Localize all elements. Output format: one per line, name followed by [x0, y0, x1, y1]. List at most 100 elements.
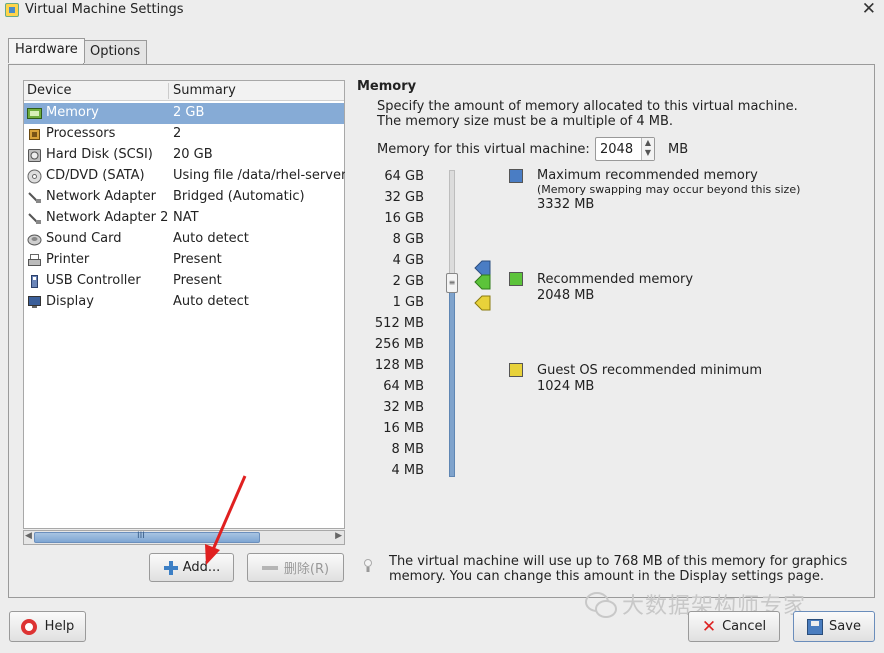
scale-label: 512 MB [374, 316, 424, 331]
usb-icon [31, 275, 38, 288]
cancel-button[interactable]: ✕ Cancel [688, 611, 780, 642]
minus-icon [261, 565, 278, 570]
app-icon [5, 3, 19, 17]
save-button-label: Save [829, 619, 861, 634]
annotation-arrow-icon [205, 475, 247, 565]
device-summary: Using file /data/rhel-server- [173, 168, 345, 183]
device-row-display[interactable]: Display Auto detect [24, 292, 344, 313]
tab-options[interactable]: Options [83, 40, 148, 64]
floppy-disk-icon [807, 618, 824, 635]
cancel-button-label: Cancel [722, 619, 767, 634]
tab-hardware[interactable]: Hardware [8, 38, 85, 63]
device-summary: 2 [173, 126, 182, 141]
memory-field-label: Memory for this virtual machine: [377, 142, 590, 157]
scale-label: 16 GB [384, 211, 424, 226]
memory-icon [27, 108, 42, 119]
wechat-logo-icon [585, 592, 617, 618]
slider-markers [474, 260, 491, 311]
remove-button-label: 删除(R) [283, 562, 330, 577]
device-name: Printer [46, 252, 90, 267]
device-summary: NAT [173, 210, 199, 225]
scroll-right-icon[interactable]: ▶ [335, 531, 342, 541]
device-summary: Auto detect [173, 231, 249, 246]
save-button[interactable]: Save [793, 611, 875, 642]
device-list-hscrollbar[interactable]: ◀ III ▶ [23, 530, 345, 545]
scale-label: 8 GB [392, 232, 424, 247]
scrollbar-grip: III [137, 531, 145, 541]
help-button[interactable]: Help [9, 611, 86, 642]
device-name: Sound Card [46, 231, 122, 246]
legend-recommended-title: Recommended memory [537, 272, 694, 287]
list-header: Device Summary [24, 81, 344, 101]
network-icon [28, 213, 41, 224]
display-icon [28, 296, 41, 308]
column-separator [168, 83, 169, 99]
device-row-printer[interactable]: Printer Present [24, 250, 344, 271]
network-icon [28, 192, 41, 203]
device-name: Network Adapter 2 [46, 210, 169, 225]
device-row-memory[interactable]: Memory 2 GB [24, 103, 344, 124]
remove-button[interactable]: 删除(R) [247, 553, 344, 582]
minimum-memory-color-icon [509, 363, 523, 377]
hard-disk-icon [28, 149, 41, 162]
scale-label: 32 MB [383, 400, 424, 415]
device-name: Hard Disk (SCSI) [46, 147, 153, 162]
device-row-cdrom[interactable]: CD/DVD (SATA) Using file /data/rhel-serv… [24, 166, 345, 187]
column-header-summary[interactable]: Summary [173, 83, 236, 98]
device-summary: Present [173, 252, 222, 267]
memory-size-spinbox[interactable]: 2048 ▲ ▼ [595, 137, 655, 161]
scale-label: 1 GB [392, 295, 424, 310]
window-title: Virtual Machine Settings [25, 2, 184, 17]
legend-max-value: 3332 MB [537, 197, 595, 212]
scale-label: 8 MB [391, 442, 424, 457]
help-button-label: Help [44, 619, 75, 634]
memory-slider-fill [449, 283, 455, 477]
column-header-device[interactable]: Device [27, 83, 71, 98]
device-summary: 20 GB [173, 147, 213, 162]
device-summary: Bridged (Automatic) [173, 189, 305, 204]
scroll-left-icon[interactable]: ◀ [25, 531, 32, 541]
scale-label: 4 MB [391, 463, 424, 478]
device-row-network-adapter[interactable]: Network Adapter Bridged (Automatic) [24, 187, 344, 208]
memory-slider-thumb[interactable]: ≡ [446, 273, 458, 293]
device-list[interactable]: Device Summary Memory 2 GB Processors 2 … [23, 80, 345, 529]
scale-label: 32 GB [384, 190, 424, 205]
lifebuoy-icon [20, 618, 37, 635]
sound-icon [27, 234, 42, 246]
device-row-network-adapter-2[interactable]: Network Adapter 2 NAT [24, 208, 344, 229]
printer-icon [28, 254, 41, 266]
max-memory-color-icon [509, 169, 523, 183]
device-name: Memory [46, 105, 99, 120]
device-row-hard-disk[interactable]: Hard Disk (SCSI) 20 GB [24, 145, 344, 166]
legend-recommended-value: 2048 MB [537, 288, 595, 303]
title-bar: Virtual Machine Settings ✕ [0, 0, 884, 24]
scale-label: 4 GB [392, 253, 424, 268]
cancel-x-icon: ✕ [701, 616, 717, 637]
lightbulb-icon [364, 559, 372, 572]
device-summary: 2 GB [173, 105, 205, 120]
plus-icon [163, 560, 179, 576]
scale-label: 64 MB [383, 379, 424, 394]
legend-minimum-title: Guest OS recommended minimum [537, 363, 762, 378]
scale-label: 64 GB [384, 169, 424, 184]
device-summary: Present [173, 273, 222, 288]
spin-arrows-icon[interactable]: ▲ ▼ [641, 138, 654, 160]
cdrom-icon [27, 169, 42, 184]
close-icon[interactable]: ✕ [862, 0, 876, 19]
max-memory-marker-icon [474, 260, 491, 276]
scale-label: 128 MB [374, 358, 424, 373]
device-row-usb-controller[interactable]: USB Controller Present [24, 271, 344, 292]
memory-description: Specify the amount of memory allocated t… [377, 99, 798, 129]
memory-size-value[interactable]: 2048 [600, 142, 633, 157]
legend-max-title: Maximum recommended memory [537, 168, 758, 183]
device-name: Display [46, 294, 94, 309]
recommended-memory-marker-icon [474, 274, 491, 290]
scale-label: 16 MB [383, 421, 424, 436]
legend-minimum-value: 1024 MB [537, 379, 595, 394]
minimum-memory-marker-icon [474, 295, 491, 311]
device-row-sound-card[interactable]: Sound Card Auto detect [24, 229, 344, 250]
memory-unit: MB [668, 142, 689, 157]
device-row-processors[interactable]: Processors 2 [24, 124, 344, 145]
memory-section-title: Memory [357, 79, 417, 94]
device-name: USB Controller [46, 273, 141, 288]
